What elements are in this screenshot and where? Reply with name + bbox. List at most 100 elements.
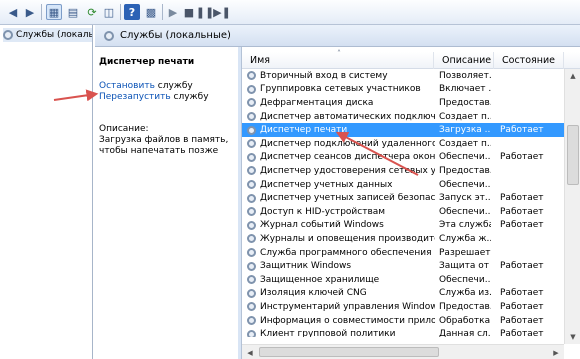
service-state-cell: Работает — [500, 206, 544, 217]
service-row[interactable]: Защитник Windows Защита от ... Работает — [242, 259, 564, 273]
service-row[interactable]: Диспетчер сеансов диспетчера окон рабо..… — [242, 151, 564, 165]
service-name: Инструментарий управления Windows — [260, 301, 435, 312]
gear-icon — [247, 152, 256, 162]
column-header-description[interactable]: Описание — [434, 52, 494, 69]
gear-icon — [247, 275, 256, 285]
column-header-extra[interactable] — [564, 52, 580, 69]
content-header-title: Службы (локальные) — [120, 30, 231, 41]
service-name-cell: Дефрагментация диска — [247, 98, 435, 108]
gear-icon — [247, 248, 256, 258]
service-row[interactable]: Журнал событий Windows Эта служба... Работ… — [242, 219, 564, 233]
scroll-up-icon[interactable]: ▲ — [565, 69, 580, 83]
service-name: Дефрагментация диска — [260, 97, 374, 108]
service-state-cell: Работает — [500, 288, 544, 299]
service-description-cell: Защита от ... — [439, 261, 491, 272]
service-row[interactable]: Информация о совместимости приложе... Обр… — [242, 314, 564, 328]
service-name: Диспетчер автоматических подключений ... — [260, 111, 435, 122]
service-row[interactable]: Диспетчер учетных записей безопасности За… — [242, 191, 564, 205]
service-state-cell: Работает — [500, 220, 544, 231]
service-description-cell: Обеспечи... — [439, 206, 491, 217]
scroll-down-icon[interactable]: ▼ — [565, 330, 580, 344]
gear-icon — [247, 207, 256, 217]
gear-icon — [247, 288, 256, 298]
service-row[interactable]: Служба программного обеспечения Разрешает… — [242, 246, 564, 260]
column-header-name[interactable]: Имя — [242, 52, 434, 69]
start-icon[interactable]: ▶ — [165, 4, 181, 20]
tree-item-label: Службы (локалы — [16, 30, 92, 40]
service-row-selected[interactable]: Диспетчер печати Загрузка ... Работает — [242, 123, 564, 137]
service-row[interactable]: Группировка сетевых участников Включает .… — [242, 83, 564, 97]
horizontal-scroll-thumb[interactable] — [259, 347, 439, 357]
gear-icon — [247, 220, 256, 230]
service-name: Журнал событий Windows — [260, 220, 384, 231]
help-icon[interactable]: ? — [124, 4, 140, 20]
service-name-cell: Диспетчер удостоверения сетевых участ... — [247, 166, 435, 176]
service-row[interactable]: Вторичный вход в систему Позволяет... — [242, 69, 564, 83]
service-description-cell: Загрузка ... — [439, 125, 491, 136]
service-row[interactable]: Защищенное хранилище Обеспечи... — [242, 273, 564, 287]
service-name: Служба программного обеспечения — [260, 247, 432, 258]
refresh-icon[interactable]: ⟳ — [84, 4, 100, 20]
gear-icon — [247, 71, 256, 81]
selected-service-title: Диспетчер печати — [99, 57, 195, 67]
service-row[interactable]: Диспетчер учетных данных Обеспечи... — [242, 178, 564, 192]
service-row[interactable]: Диспетчер автоматических подключений ...… — [242, 110, 564, 124]
restart-service-link[interactable]: Перезапустить — [99, 92, 171, 102]
service-row[interactable]: Клиент групповой политики Данная сл... Раб… — [242, 327, 564, 337]
column-header-state[interactable]: Состояние — [494, 52, 564, 69]
service-state-cell: Работает — [500, 152, 544, 163]
stop-service-action: Остановить службу — [99, 81, 193, 91]
view-icon[interactable]: ▩ — [143, 4, 159, 20]
toolbar-separator — [162, 4, 163, 20]
service-description-cell: Включает ... — [439, 84, 491, 95]
vertical-scroll-thumb[interactable] — [567, 125, 579, 185]
service-name-cell: Изоляция ключей CNG — [247, 288, 435, 298]
forward-arrow-icon[interactable]: ▶ — [22, 4, 38, 20]
pause-icon[interactable]: ❚❚ — [196, 4, 214, 20]
tree-item-services[interactable]: Службы (локалы — [3, 28, 92, 42]
restart-icon[interactable]: ▶❚ — [213, 4, 231, 20]
service-name: Диспетчер печати — [260, 125, 348, 136]
services-window: ◀ ▶ ▦ ▤ ⟳ ◫ ? ▩ ▶ ■ ❚❚ ▶❚ Службы (локалы… — [0, 0, 580, 359]
gear-icon — [247, 302, 256, 312]
service-row[interactable]: Дефрагментация диска Предостав... — [242, 96, 564, 110]
service-description-cell: Эта служба... — [439, 220, 491, 231]
service-name-cell: Диспетчер подключений удаленного дост... — [247, 139, 435, 149]
service-name: Диспетчер учетных данных — [260, 179, 393, 190]
service-state-cell: Работает — [500, 301, 544, 312]
scroll-left-icon[interactable]: ◀ — [242, 345, 258, 359]
service-name-cell: Журнал событий Windows — [247, 220, 435, 230]
extended-panel: Диспетчер печати Остановить службу Перез… — [95, 47, 238, 359]
service-state-cell: Работает — [500, 125, 544, 136]
service-row[interactable]: Изоляция ключей CNG Служба из... Работает — [242, 287, 564, 301]
export-icon[interactable]: ◫ — [101, 4, 117, 20]
service-row[interactable]: Журналы и оповещения производительн... Сл… — [242, 232, 564, 246]
description-text: Загрузка файлов в память, чтобы напечата… — [99, 135, 229, 156]
service-name-cell: Группировка сетевых участников — [247, 84, 435, 94]
back-arrow-icon[interactable]: ◀ — [5, 4, 21, 20]
stop-icon[interactable]: ■ — [181, 4, 197, 20]
toolbar-separator — [41, 4, 42, 20]
service-state-cell: Работает — [500, 261, 544, 272]
gear-icon — [247, 84, 256, 94]
service-name-cell: Клиент групповой политики — [247, 329, 435, 337]
service-row[interactable]: Диспетчер удостоверения сетевых участ...… — [242, 164, 564, 178]
stop-service-link[interactable]: Остановить — [99, 81, 155, 91]
horizontal-scrollbar[interactable]: ◀ ▶ — [242, 344, 564, 359]
service-name-cell: Защитник Windows — [247, 261, 435, 271]
service-description-cell: Запуск эт... — [439, 193, 491, 204]
service-name: Диспетчер удостоверения сетевых участ... — [260, 165, 435, 176]
service-description-cell: Данная сл... — [439, 329, 491, 337]
service-name-cell: Информация о совместимости приложе... — [247, 316, 435, 326]
vertical-scrollbar[interactable]: ▲ ▼ — [564, 69, 580, 344]
service-description-cell: Обеспечи... — [439, 274, 491, 285]
properties-icon[interactable]: ▤ — [65, 4, 81, 20]
console-tree-icon[interactable]: ▦ — [46, 4, 62, 20]
service-row[interactable]: Диспетчер подключений удаленного дост...… — [242, 137, 564, 151]
service-row[interactable]: Доступ к HID-устройствам Обеспечи... Работ… — [242, 205, 564, 219]
service-row[interactable]: Инструментарий управления Windows Предост… — [242, 300, 564, 314]
scroll-right-icon[interactable]: ▶ — [548, 345, 564, 359]
gear-icon — [247, 193, 256, 203]
service-name: Диспетчер подключений удаленного дост... — [260, 138, 435, 149]
service-name: Группировка сетевых участников — [260, 84, 421, 95]
